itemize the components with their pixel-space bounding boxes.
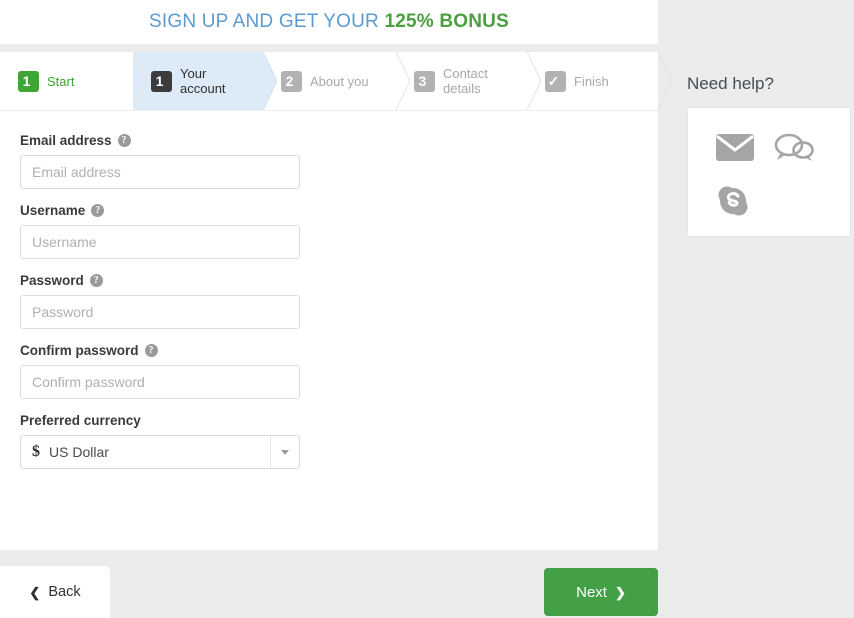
preferred-currency-select[interactable]: $ US Dollar xyxy=(20,435,300,469)
step-start[interactable]: 1 Start xyxy=(0,52,147,110)
username-input[interactable] xyxy=(20,225,300,259)
preferred-currency-dropdown-toggle[interactable] xyxy=(270,436,299,468)
label-username: Username ? xyxy=(20,203,638,218)
step-label-about-you: About you xyxy=(310,74,369,89)
step-label-contact-details-line2: details xyxy=(443,81,481,96)
field-preferred-currency: Preferred currency $ US Dollar xyxy=(20,413,638,469)
help-heading: Need help? xyxy=(687,74,774,93)
step-badge-start-icon: 1 xyxy=(18,70,39,92)
help-icon-confirm-password[interactable]: ? xyxy=(144,344,158,357)
chevron-left-icon: ❮ xyxy=(29,584,41,600)
step-label-about-you-line1: About you xyxy=(310,73,369,89)
back-button[interactable]: ❮ Back xyxy=(0,566,110,618)
step-label-contact-details: Contact details xyxy=(443,66,488,96)
signup-form: Email address ? Username ? Password ? Co… xyxy=(0,111,658,469)
next-button-label: Next xyxy=(576,583,607,601)
step-chevron-contact-details-icon xyxy=(527,52,541,110)
promo-title-lead: SIGN UP AND GET YOUR xyxy=(149,11,385,32)
field-password: Password ? xyxy=(20,273,638,329)
email-icon[interactable] xyxy=(716,128,774,166)
email-address-input[interactable] xyxy=(20,155,300,189)
help-icon-username[interactable]: ? xyxy=(91,204,105,217)
step-label-your-account: Your account xyxy=(180,66,226,96)
step-label-start: Start xyxy=(47,74,74,89)
label-password-text: Password xyxy=(20,273,84,288)
chevron-right-icon: ❯ xyxy=(614,584,626,600)
promo-title-bonus: 125% BONUS xyxy=(384,11,509,32)
step-label-finish: Finish xyxy=(574,74,609,89)
label-password: Password ? xyxy=(20,273,638,288)
chevron-down-icon xyxy=(281,449,289,455)
step-chevron-about-you-icon xyxy=(396,52,410,110)
preferred-currency-selected[interactable]: $ US Dollar xyxy=(21,436,270,468)
step-finish[interactable]: ✓ Finish xyxy=(527,52,672,110)
label-confirm-password: Confirm password ? xyxy=(20,343,638,358)
back-button-label: Back xyxy=(48,584,81,600)
wizard-card: 1 Start 1 Your account 2 About you 3 Con… xyxy=(0,52,672,550)
chat-icon[interactable] xyxy=(774,128,832,166)
field-username: Username ? xyxy=(20,203,638,259)
skype-icon[interactable] xyxy=(716,182,774,220)
step-about-you[interactable]: 2 About you xyxy=(263,52,410,110)
label-confirm-password-text: Confirm password xyxy=(20,343,139,358)
step-label-your-account-line1: Your xyxy=(180,66,207,81)
next-button[interactable]: Next ❯ xyxy=(544,568,658,616)
promo-title: SIGN UP AND GET YOUR 125% BONUS xyxy=(149,11,509,33)
step-contact-details[interactable]: 3 Contact details xyxy=(396,52,541,110)
step-badge-your-account-icon: 1 xyxy=(151,70,172,92)
step-label-contact-details-line1: Contact xyxy=(443,66,488,81)
step-badge-finish-check-icon: ✓ xyxy=(545,70,566,92)
help-box xyxy=(687,107,851,237)
step-label-finish-line1: Finish xyxy=(574,73,609,89)
label-email-address-text: Email address xyxy=(20,133,112,148)
confirm-password-input[interactable] xyxy=(20,365,300,399)
help-icon-list xyxy=(716,128,832,220)
step-chevron-finish-icon xyxy=(658,52,672,110)
help-icon-password[interactable]: ? xyxy=(89,274,103,287)
step-chevron-your-account-icon xyxy=(263,52,277,110)
help-icon-email-address[interactable]: ? xyxy=(117,134,131,147)
field-confirm-password: Confirm password ? xyxy=(20,343,638,399)
preferred-currency-value: US Dollar xyxy=(49,444,109,460)
step-navigation: 1 Start 1 Your account 2 About you 3 Con… xyxy=(0,52,672,111)
step-label-start-line1: Start xyxy=(47,73,75,89)
step-chevron-start-icon xyxy=(133,52,147,110)
label-preferred-currency-text: Preferred currency xyxy=(20,413,141,428)
label-preferred-currency: Preferred currency xyxy=(20,413,638,428)
step-label-your-account-line2: account xyxy=(180,81,226,96)
promo-header: SIGN UP AND GET YOUR 125% BONUS xyxy=(0,0,658,44)
help-section: Need help? xyxy=(687,74,854,237)
label-email-address: Email address ? xyxy=(20,133,638,148)
password-input[interactable] xyxy=(20,295,300,329)
currency-symbol-icon: $ xyxy=(32,443,40,460)
step-your-account[interactable]: 1 Your account xyxy=(133,52,277,110)
label-username-text: Username xyxy=(20,203,86,218)
step-badge-contact-details-icon: 3 xyxy=(414,70,435,92)
step-badge-about-you-icon: 2 xyxy=(281,70,302,92)
field-email-address: Email address ? xyxy=(20,133,638,189)
